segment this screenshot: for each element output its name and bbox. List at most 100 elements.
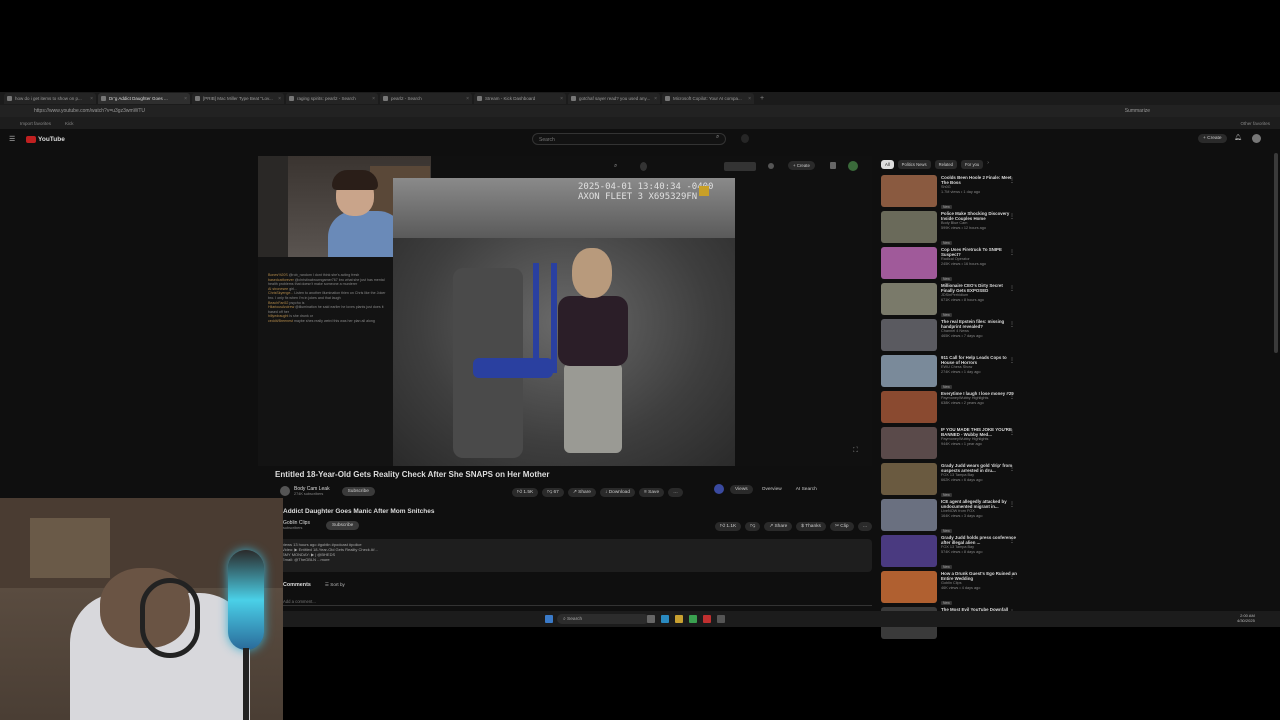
more-vert-icon[interactable]: ⋮ xyxy=(1009,357,1015,364)
more-vert-icon[interactable]: ⋮ xyxy=(1009,249,1015,256)
new-tab-icon[interactable]: + xyxy=(760,95,764,102)
video-thumbnail[interactable] xyxy=(881,499,937,531)
recommendation-item[interactable]: How a Drunk Guest's Ego Ruined an Entire… xyxy=(881,571,1021,607)
menu-icon[interactable]: ☰ xyxy=(9,135,15,143)
more-vert-icon[interactable]: ⋮ xyxy=(1009,321,1015,328)
avatar[interactable] xyxy=(1252,134,1261,143)
video-thumbnail[interactable] xyxy=(881,319,937,351)
close-icon[interactable]: × xyxy=(90,96,93,102)
recommendation-meta: 1.7M views • 1 day ago xyxy=(941,190,981,194)
dislike-button[interactable]: 👎︎ xyxy=(745,522,761,531)
recommendation-item[interactable]: Grady Judd wears gold 'drip' from suspec… xyxy=(881,463,1021,499)
more-vert-icon[interactable]: ⋮ xyxy=(1009,429,1015,436)
close-icon[interactable]: × xyxy=(466,96,469,102)
recommendation-item[interactable]: Millionaire CEO's Dirty Secret Finally G… xyxy=(881,283,1021,319)
bell-icon[interactable]: 🔔︎ xyxy=(1234,134,1242,141)
more-vert-icon[interactable]: ⋮ xyxy=(1009,213,1015,220)
close-icon[interactable]: × xyxy=(560,96,563,102)
more-vert-icon[interactable]: ⋮ xyxy=(1009,501,1015,508)
task-view-icon[interactable] xyxy=(647,615,655,623)
embedded-like-button: 👍︎ 1.5K xyxy=(512,488,539,497)
edge-icon[interactable] xyxy=(661,615,669,623)
recommendation-item[interactable]: 911 Call for Help Leads Cops to House of… xyxy=(881,355,1021,391)
recommendation-item[interactable]: ICE agent allegedly attacked by undocume… xyxy=(881,499,1021,535)
new-badge: New xyxy=(941,600,952,605)
recommendation-meta: 245K views • 16 hours ago xyxy=(941,262,987,266)
browser-tab[interactable]: raging spirits: pearl2 - Search × xyxy=(286,93,378,104)
video-thumbnail[interactable] xyxy=(881,427,937,459)
obs-icon[interactable] xyxy=(703,615,711,623)
video-thumbnail[interactable] xyxy=(881,391,937,423)
kick-app-icon[interactable] xyxy=(689,615,697,623)
close-icon[interactable]: × xyxy=(654,96,657,102)
thanks-button[interactable]: $ Thanks xyxy=(796,522,826,531)
video-thumbnail[interactable] xyxy=(881,175,937,207)
mic-icon[interactable] xyxy=(741,134,749,143)
more-vert-icon[interactable]: ⋮ xyxy=(1009,393,1015,400)
chevron-right-icon[interactable]: › xyxy=(987,160,989,169)
bookmark-import[interactable]: Import favorites xyxy=(20,121,51,126)
close-icon[interactable]: × xyxy=(278,96,281,102)
address-bar[interactable]: https://www.youtube.com/watch?v=u3gz3wmW… xyxy=(0,105,1280,117)
create-button[interactable]: + Create xyxy=(1198,134,1227,143)
recommendation-item[interactable]: IF YOU MADE THIS JOKE YOU'RE BANNED - Wu… xyxy=(881,427,1021,463)
more-vert-icon[interactable]: ⋮ xyxy=(1009,465,1015,472)
search-input[interactable]: Search xyxy=(532,133,726,145)
room-wall xyxy=(258,156,288,257)
recommendation-item[interactable]: Cop Uses Firetruck To SNIPE Suspect? Radi… xyxy=(881,247,1021,283)
clip-button[interactable]: ✂ Clip xyxy=(829,522,854,531)
recommendation-item[interactable]: Coolds Been Hoole 2 Finale: Meet The Bos… xyxy=(881,175,1021,211)
taskbar-search[interactable]: ⌕ Search xyxy=(557,614,649,624)
bookmark-kick[interactable]: Kick xyxy=(65,121,74,126)
youtube-logo[interactable]: YouTube xyxy=(26,136,65,143)
browser-tab[interactable]: pearl2 - Search × xyxy=(380,93,472,104)
video-thumbnail[interactable] xyxy=(881,463,937,495)
clock[interactable]: 2:00 AM 4/30/2025 xyxy=(1237,613,1255,623)
chip-politics-news[interactable]: Politics News xyxy=(897,160,931,169)
more-vert-icon[interactable]: ⋮ xyxy=(1009,285,1015,292)
like-button[interactable]: 👍︎ 1.1K xyxy=(715,522,742,531)
chip-for-you[interactable]: For you xyxy=(961,160,984,169)
more-vert-icon[interactable]: ⋮ xyxy=(1009,177,1015,184)
close-icon[interactable]: × xyxy=(372,96,375,102)
more-actions-button[interactable]: … xyxy=(857,522,873,531)
start-icon[interactable] xyxy=(545,615,553,623)
recommendation-item[interactable]: Grady Judd holds press conference after … xyxy=(881,535,1021,571)
url-text[interactable]: https://www.youtube.com/watch?v=u3gz3wmW… xyxy=(34,108,145,114)
app-icon[interactable] xyxy=(717,615,725,623)
sort-by-button[interactable]: ☰ Sort by xyxy=(325,582,345,588)
add-comment-input[interactable]: Add a comment... xyxy=(283,599,872,606)
video-thumbnail[interactable] xyxy=(881,535,937,567)
video-thumbnail[interactable] xyxy=(881,355,937,387)
browser-tab[interactable]: Microsoft Copilot: Your AI compa... × xyxy=(662,93,754,104)
summarize-label[interactable]: Summarize xyxy=(1125,108,1150,114)
search-icon[interactable]: ⌕ xyxy=(716,134,719,141)
browser-tab[interactable]: how do i get items to show on p... × xyxy=(4,93,96,104)
subscribe-button[interactable]: Subscribe xyxy=(325,520,360,530)
recommendation-item[interactable]: The real Epstein files: missing handprin… xyxy=(881,319,1021,355)
page-scrollbar[interactable] xyxy=(1274,153,1278,353)
close-icon[interactable]: × xyxy=(184,96,187,102)
chip-related[interactable]: Related xyxy=(934,160,957,169)
file-explorer-icon[interactable] xyxy=(675,615,683,623)
fullscreen-icon[interactable]: ⛶ xyxy=(853,447,858,455)
video-thumbnail[interactable] xyxy=(881,211,937,243)
video-thumbnail[interactable] xyxy=(881,247,937,279)
other-favorites[interactable]: Other favorites xyxy=(1240,121,1270,126)
more-vert-icon[interactable]: ⋮ xyxy=(1009,573,1015,580)
browser-tab[interactable]: [PRIB] Mac Miller Type Beat "Lov... × xyxy=(192,93,284,104)
recommendation-item[interactable]: Police Make Shocking Discovery Inside Co… xyxy=(881,211,1021,247)
video-thumbnail[interactable] xyxy=(881,571,937,603)
embedded-action-row: 👍︎ 1.5K 👎︎ 67 ↗ Share ↓ Download ≡ Save … xyxy=(512,488,687,497)
description-box[interactable]: views 13 hours ago #goblin #podcast #pol… xyxy=(278,539,872,572)
more-vert-icon[interactable]: ⋮ xyxy=(1009,537,1015,544)
browser-tab[interactable]: Stream - Kick Dashboard × xyxy=(474,93,566,104)
chat-line: basedcatforever @christinabrowngamer767 … xyxy=(268,277,385,287)
recommendation-item[interactable]: Everytime I laugh I lose money #29 Paymon… xyxy=(881,391,1021,427)
video-thumbnail[interactable] xyxy=(881,283,937,315)
chip-all[interactable]: All xyxy=(881,160,894,169)
share-button[interactable]: ↗ Share xyxy=(764,522,793,531)
close-icon[interactable]: × xyxy=(748,96,751,102)
browser-tab[interactable]: gotchaf sayer read? you used any... × xyxy=(568,93,660,104)
browser-tab[interactable]: Dr’g Addict Daughter Goes ... × xyxy=(98,93,190,104)
